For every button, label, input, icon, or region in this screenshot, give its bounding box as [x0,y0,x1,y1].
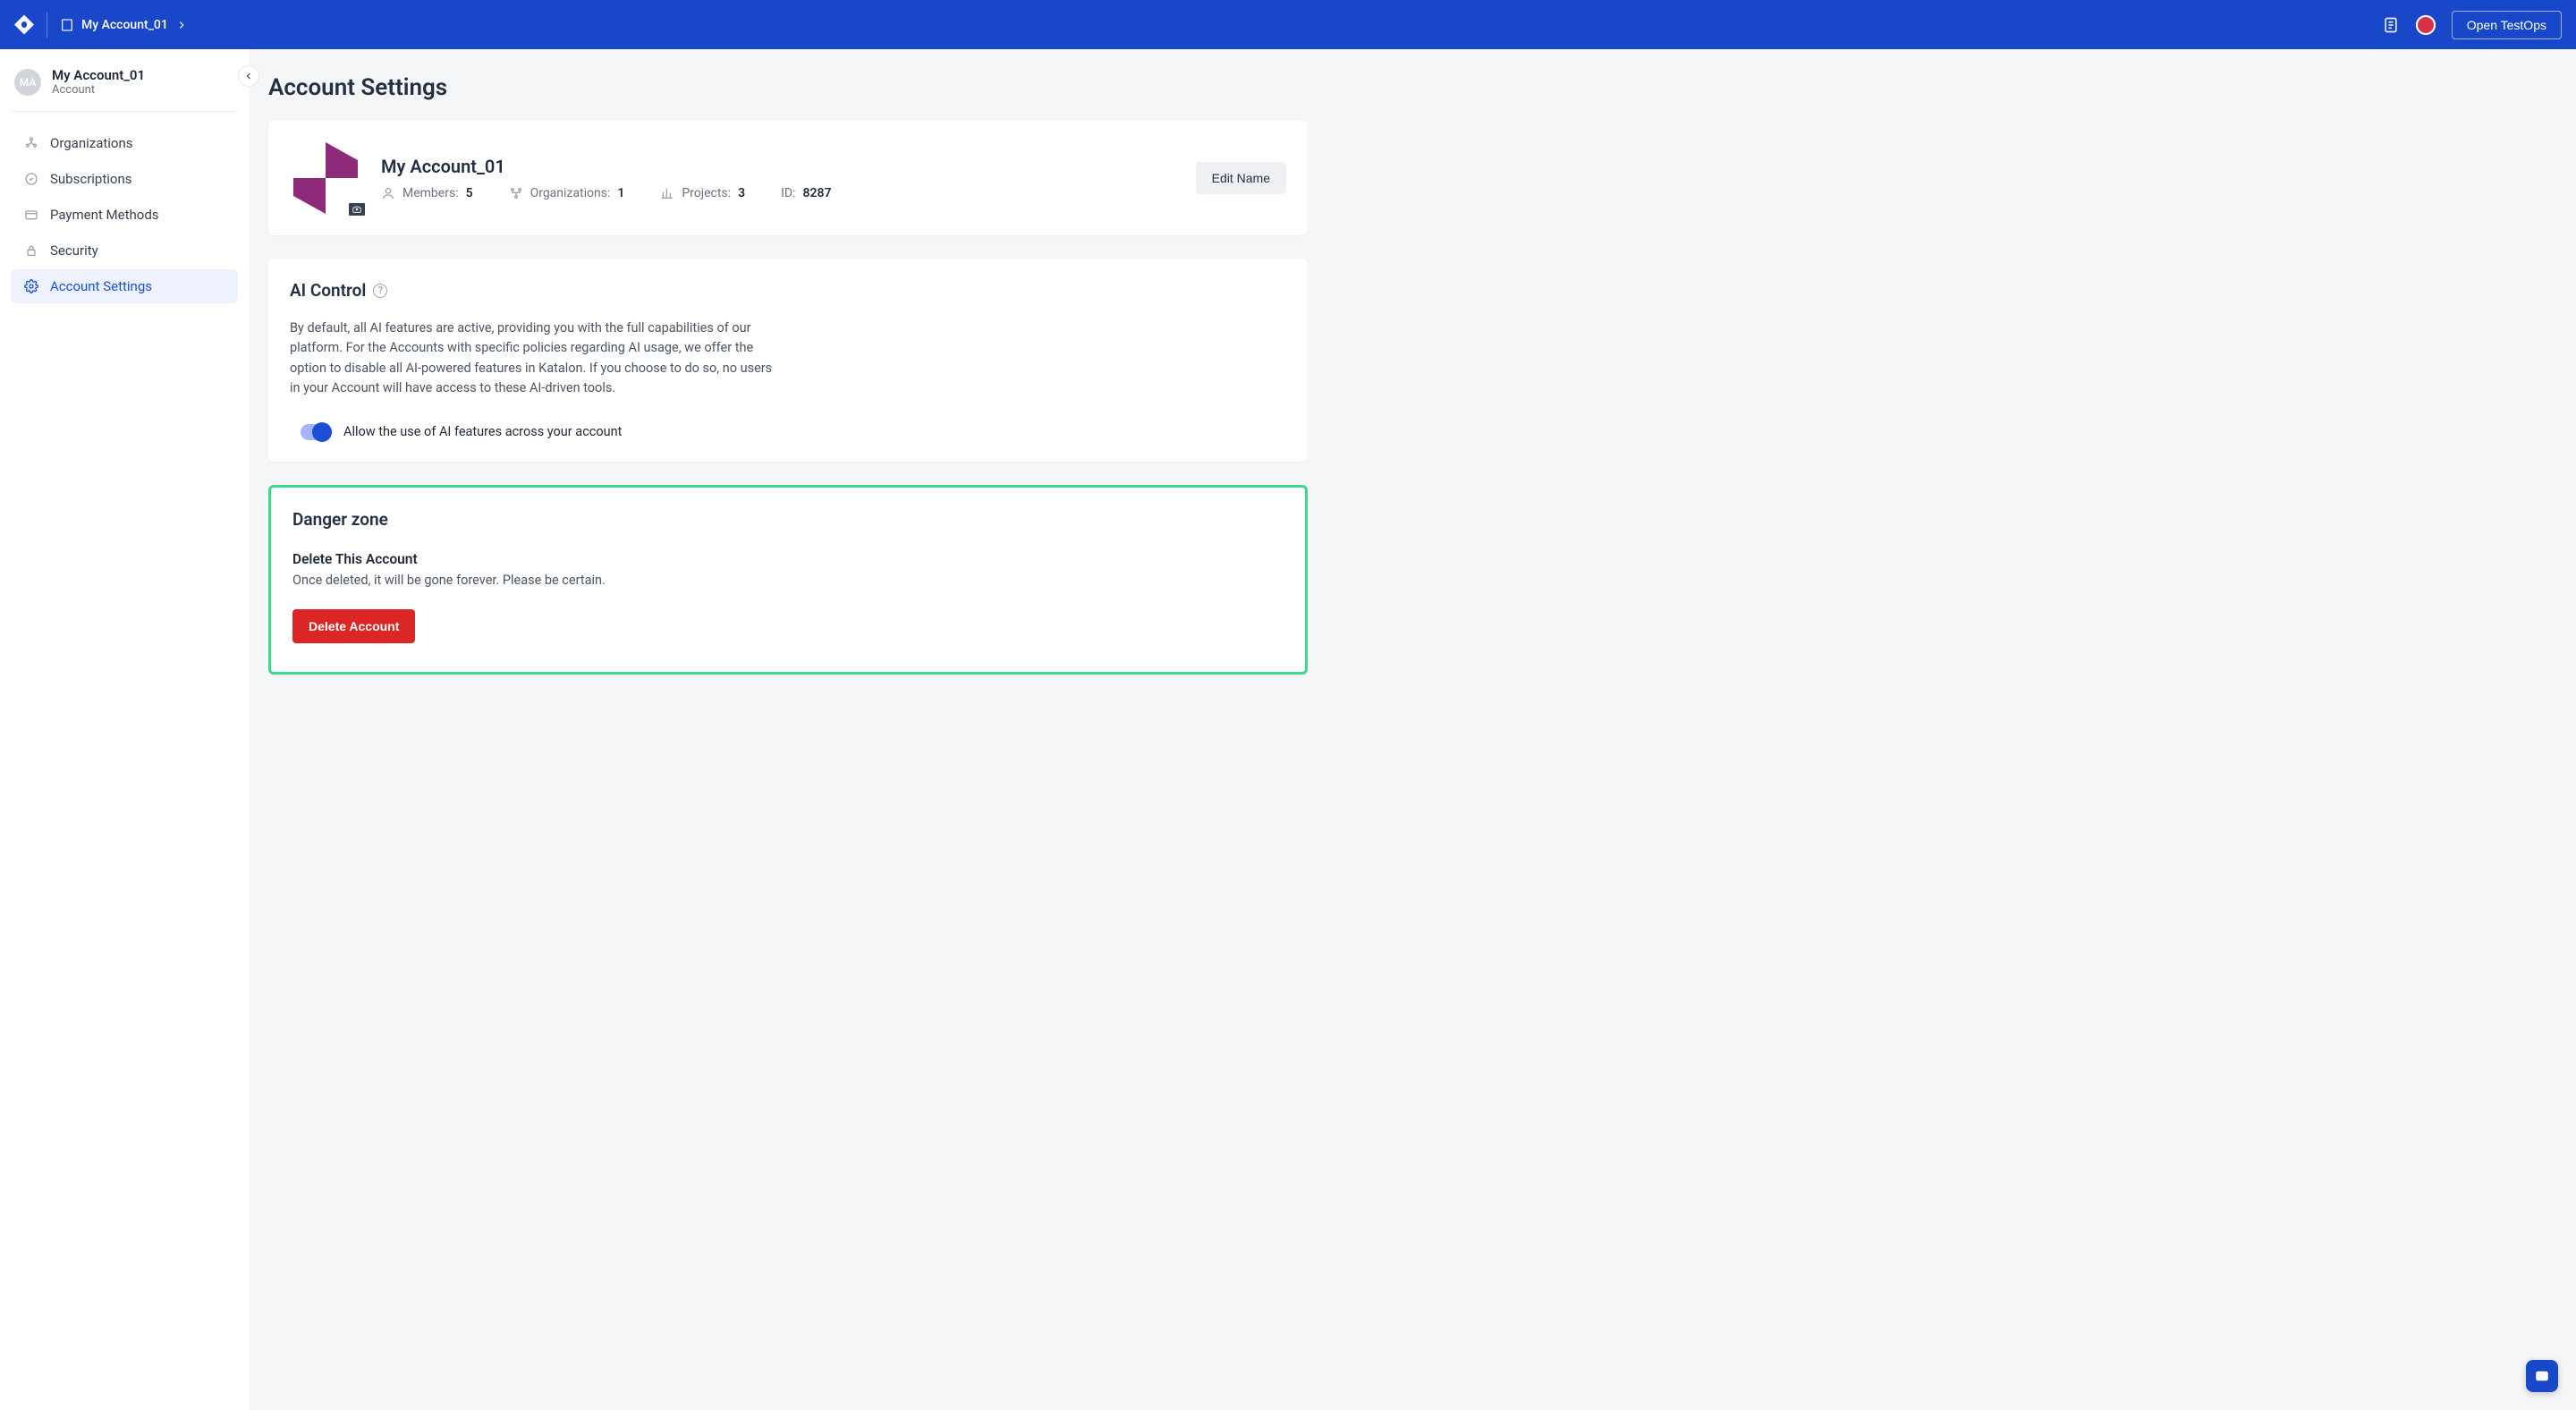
stat-organizations: Organizations: 1 [509,186,625,200]
ai-control-card: AI Control ? By default, all AI features… [268,259,1308,462]
stat-label: Organizations: [530,186,611,200]
app-logo-icon[interactable] [14,15,34,35]
open-testops-button[interactable]: Open TestOps [2452,11,2562,39]
delete-account-button[interactable]: Delete Account [292,609,415,643]
ai-features-toggle[interactable] [301,424,331,440]
sidebar-header: MA My Account_01 Account [11,64,238,112]
sidebar-item-label: Account Settings [50,278,152,294]
collapse-sidebar-button[interactable] [238,65,259,87]
org-avatar-icon[interactable] [2416,15,2436,35]
main-content: Account Settings My Account_01 Members: [249,49,2576,1410]
upload-avatar-button[interactable] [347,201,367,217]
settings-icon [23,279,39,293]
section-title-text: AI Control [290,280,366,301]
sidebar-item-account-settings[interactable]: Account Settings [11,269,238,303]
organizations-icon [23,136,39,150]
breadcrumb-label: My Account_01 [81,18,168,32]
docs-icon[interactable] [2382,16,2400,34]
sidebar-item-subscriptions[interactable]: Subscriptions [11,162,238,196]
sidebar-nav: Organizations Subscriptions Payment Meth… [11,126,238,303]
sidebar-account-type: Account [52,83,145,97]
security-icon [23,243,39,258]
sidebar-item-label: Organizations [50,135,133,151]
account-avatar: MA [14,69,41,96]
toggle-knob [312,422,332,442]
chevron-right-icon [175,19,188,31]
breadcrumb[interactable]: My Account_01 [60,18,188,32]
edit-name-button[interactable]: Edit Name [1196,162,1286,194]
account-info: My Account_01 Members: 5 Organizations: … [381,156,1176,200]
delete-account-description: Once deleted, it will be gone forever. P… [292,573,1284,588]
ai-control-description: By default, all AI features are active, … [290,319,773,399]
payment-icon [23,208,39,222]
account-header-card: My Account_01 Members: 5 Organizations: … [268,121,1308,235]
stat-label: ID: [781,186,795,200]
stat-projects: Projects: 3 [660,186,745,200]
floating-help-button[interactable]: ? [2526,1360,2558,1392]
subscriptions-icon [23,172,39,186]
sidebar-item-label: Security [50,242,98,259]
sidebar-item-label: Payment Methods [50,207,159,223]
ai-toggle-label: Allow the use of AI features across your… [343,424,622,439]
account-stats: Members: 5 Organizations: 1 Projects: 3 [381,186,1176,200]
svg-text:?: ? [2540,1372,2545,1381]
stat-value: 8287 [802,186,831,200]
stat-value: 5 [466,186,473,200]
user-icon [381,186,395,200]
account-avatar-wrap [290,142,361,214]
stat-id: ID: 8287 [781,186,831,200]
sidebar-item-label: Subscriptions [50,171,131,187]
help-icon[interactable]: ? [373,284,387,298]
sidebar-item-security[interactable]: Security [11,234,238,268]
ai-toggle-row: Allow the use of AI features across your… [290,424,1286,440]
account-name: My Account_01 [381,156,1176,177]
delete-account-subtitle: Delete This Account [292,551,1284,567]
chart-icon [660,186,674,200]
stat-value: 3 [738,186,745,200]
sidebar-account-name: My Account_01 [52,67,145,83]
danger-zone-card: Danger zone Delete This Account Once del… [268,485,1308,675]
stat-members: Members: 5 [381,186,473,200]
danger-zone-title: Danger zone [292,509,1284,530]
org-icon [509,186,523,200]
ai-control-title: AI Control ? [290,280,1286,301]
sidebar: MA My Account_01 Account Organizations S… [0,49,249,1410]
topbar-left: My Account_01 [14,13,188,38]
sidebar-item-organizations[interactable]: Organizations [11,126,238,160]
topbar-right: Open TestOps [2382,11,2562,39]
building-icon [60,18,74,32]
stat-label: Projects: [682,186,731,200]
sidebar-item-payment-methods[interactable]: Payment Methods [11,198,238,232]
topbar: My Account_01 Open TestOps [0,0,2576,49]
stat-label: Members: [402,186,459,200]
page-title: Account Settings [268,74,1308,101]
stat-value: 1 [617,186,624,200]
